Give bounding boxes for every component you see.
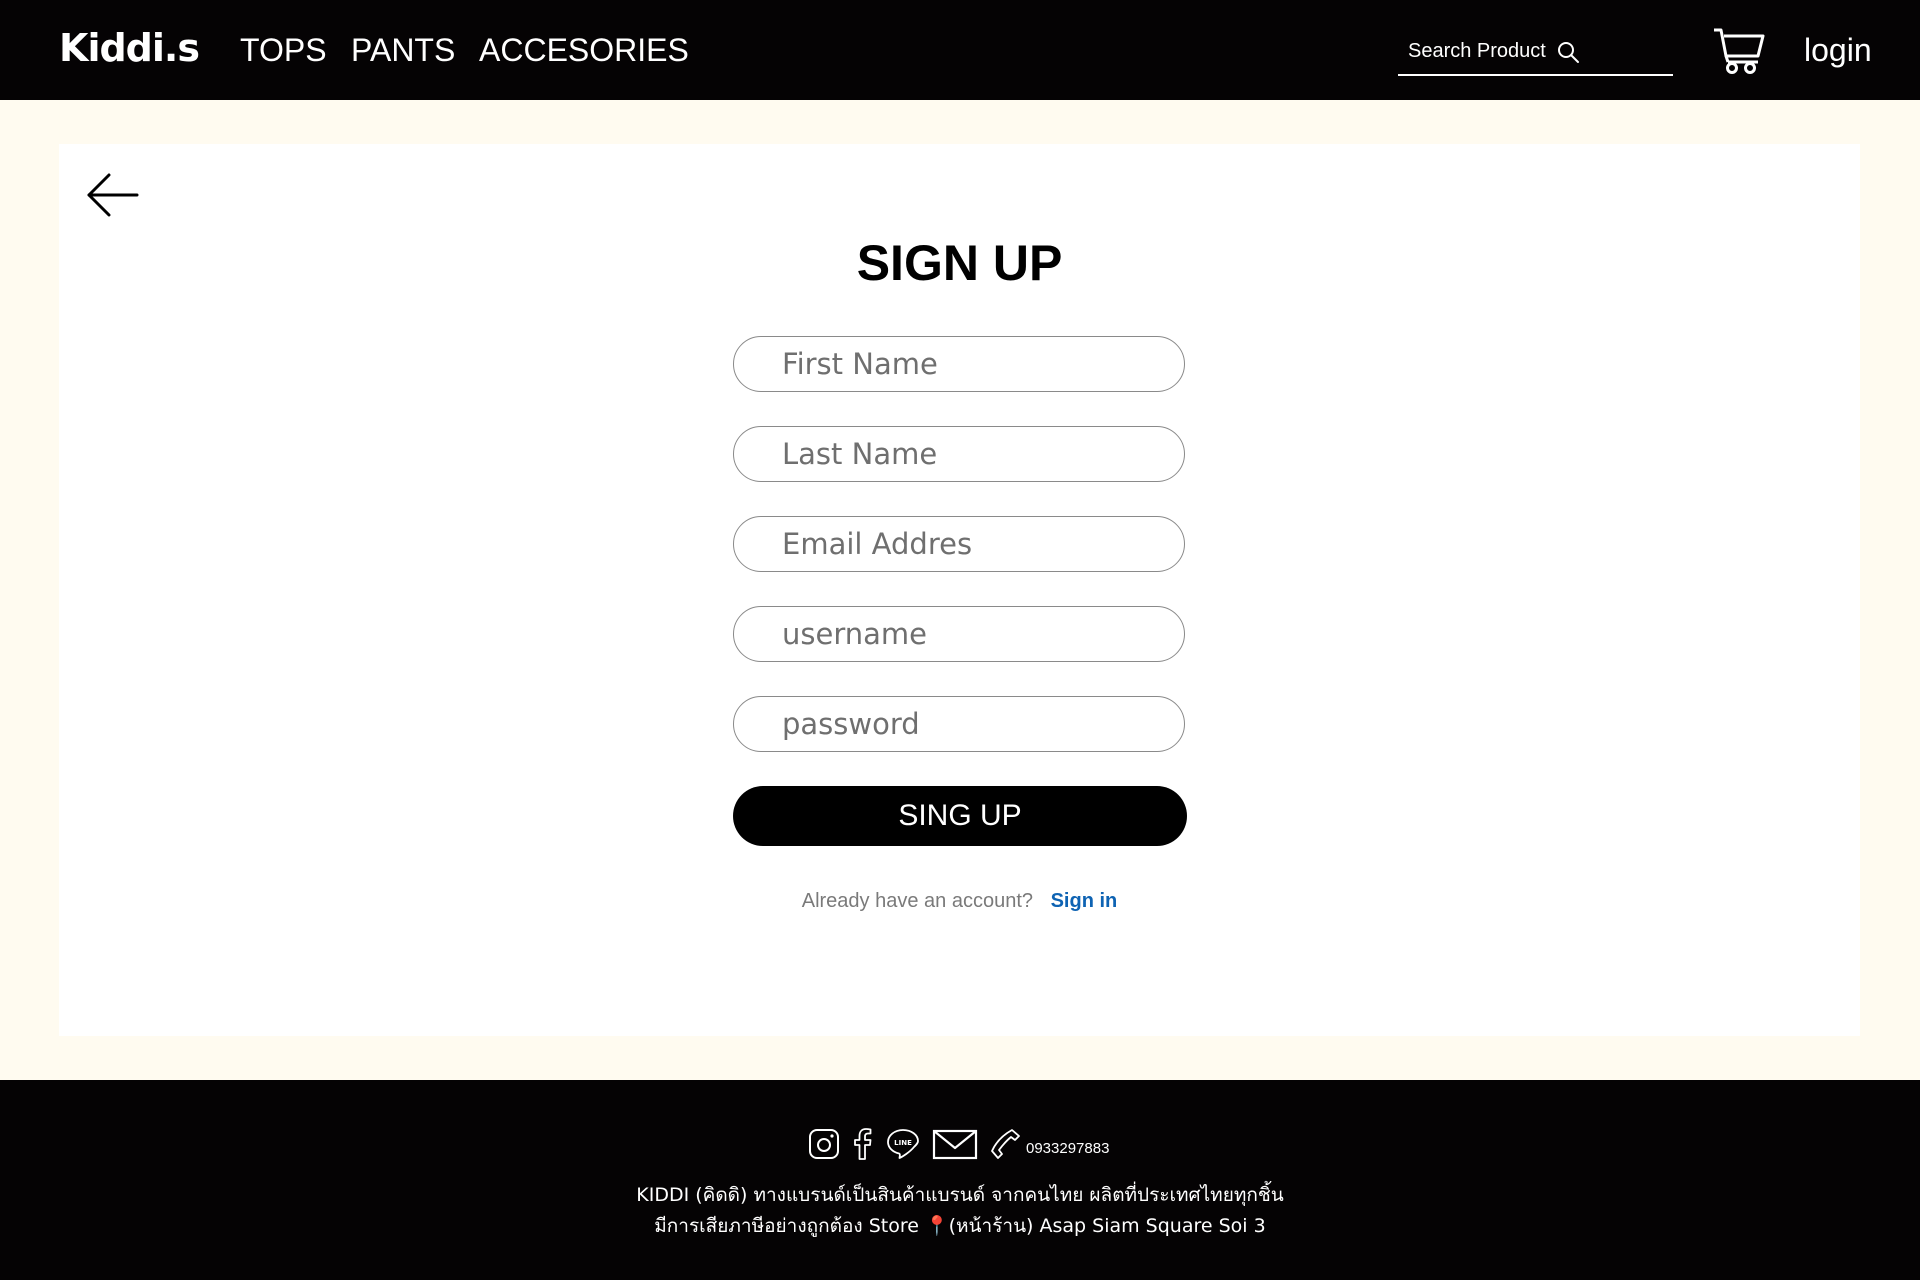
search-input[interactable] — [1408, 36, 1558, 66]
facebook-icon[interactable] — [852, 1128, 872, 1160]
first-name-input[interactable] — [782, 345, 1162, 383]
signin-prompt: Already have an account? Sign in — [59, 890, 1860, 913]
line-icon[interactable]: LINE — [886, 1128, 920, 1160]
signup-card: SIGN UP SING UP Already have an account?… — [59, 144, 1860, 1036]
footer: LINE 0933297883 KIDDI (คิดดิ) ทางแบรนด์เ… — [0, 1080, 1920, 1280]
signin-link[interactable]: Sign in — [1051, 890, 1118, 912]
cart-icon[interactable] — [1712, 26, 1766, 74]
username-input[interactable] — [782, 615, 1162, 653]
social-links: LINE 0933297883 — [808, 1128, 1208, 1168]
nav-item-tops[interactable]: TOPS — [240, 32, 327, 69]
phone-number[interactable]: 0933297883 — [1026, 1140, 1109, 1157]
brand-logo[interactable]: Kiddi.s — [59, 26, 200, 70]
search-bar — [1398, 36, 1673, 76]
login-link[interactable]: login — [1804, 32, 1872, 69]
svg-text:LINE: LINE — [894, 1139, 912, 1147]
first-name-field — [733, 336, 1185, 392]
nav-item-pants[interactable]: PANTS — [351, 32, 455, 69]
instagram-icon[interactable] — [808, 1128, 840, 1160]
email-input[interactable] — [782, 525, 1162, 563]
phone-icon[interactable] — [990, 1128, 1022, 1160]
top-nav-bar: Kiddi.s TOPS PANTS ACCESORIES login — [0, 0, 1920, 100]
email-field — [733, 516, 1185, 572]
signup-button[interactable]: SING UP — [733, 786, 1187, 846]
password-input[interactable] — [782, 705, 1162, 743]
account-prompt-text: Already have an account? — [801, 890, 1034, 912]
username-field — [733, 606, 1185, 662]
password-field — [733, 696, 1185, 752]
nav-item-accesories[interactable]: ACCESORIES — [479, 32, 689, 69]
page-title: SIGN UP — [856, 235, 1063, 291]
search-icon[interactable] — [1556, 40, 1580, 64]
last-name-field — [733, 426, 1185, 482]
back-arrow-icon[interactable] — [87, 172, 139, 218]
footer-line-2: มีการเสียภาษีอย่างถูกต้อง Store 📍(หน้าร้… — [654, 1215, 1266, 1237]
footer-description: KIDDI (คิดดิ) ทางแบรนด์เป็นสินค้าแบรนด์ … — [0, 1180, 1920, 1242]
last-name-input[interactable] — [782, 435, 1162, 473]
footer-line-1: KIDDI (คิดดิ) ทางแบรนด์เป็นสินค้าแบรนด์ … — [636, 1184, 1284, 1206]
mail-icon[interactable] — [932, 1128, 978, 1160]
